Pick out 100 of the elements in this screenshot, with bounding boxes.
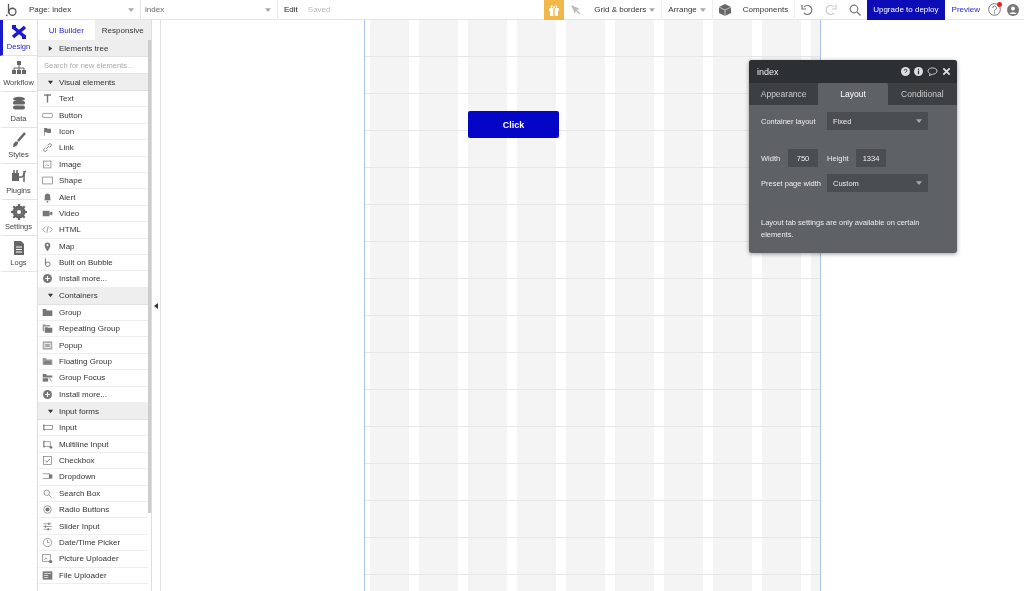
search-icon[interactable] [849,3,862,16]
clock-icon [42,536,53,548]
click-button[interactable]: Click [468,111,559,138]
element-selector[interactable]: index [141,0,278,20]
preview-link[interactable]: Preview [951,5,980,14]
help-icon[interactable] [988,3,1001,16]
element-item[interactable]: Radio Buttons [38,502,148,519]
close-icon[interactable] [942,67,951,76]
element-item[interactable]: Group [38,304,148,322]
element-item[interactable]: Repeating Group [38,321,148,338]
cube-icon[interactable] [718,3,731,16]
plus-circle-icon [42,273,53,285]
element-label: Popup [59,340,83,350]
code-icon [42,224,53,236]
bubble-logo-icon[interactable] [5,2,19,17]
window-icon [42,339,53,351]
element-label: Shape [59,176,83,186]
caret-right-icon [48,45,53,51]
editor-tab[interactable]: Layout [818,83,888,105]
caret-icon [916,181,922,185]
picture-upload-icon [42,553,53,565]
element-label: Alert [59,192,76,202]
toolbar-dropdown[interactable]: Grid & borders [588,0,663,20]
help-icon[interactable] [901,67,910,76]
map-pin-icon [42,240,53,252]
text-icon [42,93,53,105]
flag-icon [42,125,53,137]
element-label: Text [59,94,74,104]
info-icon[interactable] [914,67,923,76]
section-header[interactable]: Input forms [38,403,148,421]
element-label: Search Box [59,488,101,498]
element-label: Repeating Group [59,324,120,334]
caret-down-icon [48,408,53,414]
element-item[interactable]: Floating Group [38,353,148,371]
section-header[interactable]: Visual elements [38,74,148,91]
link-icon [42,142,53,154]
avatar-icon[interactable] [1007,3,1019,16]
bubble-logo-icon [42,257,53,269]
stacked-folder-icon [42,323,53,335]
edit-menu[interactable]: Edit [284,5,298,14]
element-item[interactable]: Shape [38,172,148,190]
gift-icon [548,3,561,16]
caret-icon [649,7,656,12]
element-label: Floating Group [59,357,112,367]
database-icon [10,96,27,112]
element-label: Dropdown [59,472,96,482]
caret-down-icon [48,79,53,85]
element-item[interactable]: Picture Uploader [38,551,148,568]
slider-icon [42,520,53,532]
toolbar-dropdown[interactable]: Arrange [662,0,713,20]
checkbox-icon [42,455,53,466]
element-item[interactable]: Popup [38,337,148,354]
element-item[interactable]: Image [38,156,148,173]
hierarchy-icon [10,60,27,76]
save-status: Saved [307,5,331,14]
element-label: Install more... [59,274,107,284]
element-label: Install more... [59,389,107,399]
undo-icon[interactable] [801,3,814,16]
element-label: File Uploader [59,570,107,580]
element-item[interactable]: File Uploader [38,567,148,584]
element-label: Icon [59,126,75,136]
element-item[interactable]: Date/Time Picker [38,534,148,552]
caret-icon [128,7,134,12]
page-selector[interactable]: Page: index [25,0,141,20]
plug-icon [10,168,27,184]
element-label: Video [59,208,80,218]
components-button[interactable]: Components [736,0,796,20]
element-item[interactable]: Install more... [38,271,148,288]
input-icon [42,422,53,434]
collapse-arrow-icon[interactable] [154,302,158,309]
element-label: HTML [59,225,81,235]
caret-icon [699,7,706,12]
editor-tab[interactable]: Conditional [887,83,957,105]
editor-tab[interactable]: Appearance [749,83,819,105]
element-item[interactable]: Group Focus [38,370,148,387]
panel-tab[interactable]: Responsive [94,20,151,40]
element-label: Input [59,423,77,433]
element-label: Button [59,110,83,120]
shape-icon [42,175,53,187]
element-label: Multiline Input [59,439,109,449]
element-label: Image [59,159,82,169]
comment-icon[interactable] [927,67,938,76]
element-item[interactable]: Slider Input [38,518,148,535]
multiline-input-icon [42,438,53,450]
folder-icon [42,356,53,368]
file-upload-icon [42,569,53,581]
radio-icon [42,504,53,516]
element-label: Picture Uploader [59,554,119,564]
brush-icon [10,132,27,148]
element-label: Link [59,143,74,153]
caret-icon [916,119,922,123]
folder-focus-icon [42,372,53,384]
tools-icon [10,24,27,40]
element-label: Group [59,307,82,317]
upgrade-button[interactable]: Upgrade to deploy [867,0,945,20]
bell-icon [42,191,53,203]
element-label: Date/Time Picker [59,537,121,547]
section-header[interactable]: Elements tree [38,40,148,57]
element-label: Slider Input [59,521,100,531]
gear-icon [10,204,27,220]
